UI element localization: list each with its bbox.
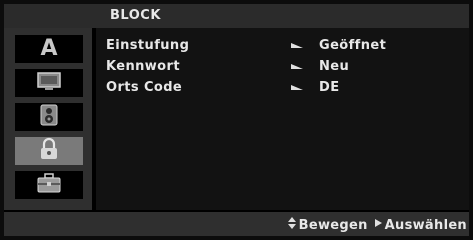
footer-help-bar: Bewegen Auswählen (4, 212, 469, 236)
move-hint: Bewegen (287, 216, 368, 234)
sidebar-item-lock[interactable] (15, 137, 83, 165)
menu-row-value: DE (319, 80, 340, 95)
sidebar-item-display[interactable] (15, 69, 83, 97)
move-hint-label: Bewegen (298, 217, 368, 233)
menu-row-label: Kennwort (106, 59, 180, 74)
menu-header: BLOCK (4, 4, 469, 28)
toolbox-icon (36, 172, 62, 198)
language-icon: A (40, 36, 58, 61)
sidebar-item-others[interactable] (15, 171, 83, 199)
sidebar-item-audio[interactable] (15, 103, 83, 131)
select-hint-label: Auswählen (384, 217, 467, 233)
menu-row-value: Geöffnet (319, 38, 387, 53)
menu-row-value: Neu (319, 59, 350, 74)
select-hint: Auswählen (374, 217, 467, 233)
menu-row-label: Einstufung (106, 38, 190, 53)
menu-title: BLOCK (110, 8, 161, 23)
up-down-arrows-icon (287, 216, 297, 234)
speaker-icon (38, 104, 60, 130)
arrow-right-icon (290, 82, 304, 94)
sidebar-item-language[interactable]: A (15, 35, 83, 63)
menu-row-label: Orts Code (106, 80, 183, 95)
arrow-right-icon (290, 40, 304, 52)
sidebar: A (4, 28, 92, 210)
display-icon (36, 71, 62, 95)
lock-icon (37, 137, 61, 165)
triangle-right-icon (374, 217, 383, 233)
menu-content: Einstufung Geöffnet Kennwort Neu Orts Co… (96, 28, 469, 210)
arrow-right-icon (290, 61, 304, 73)
osd-menu-window: BLOCK A Einstufung Geöffnet Kennwort Neu… (4, 4, 469, 236)
